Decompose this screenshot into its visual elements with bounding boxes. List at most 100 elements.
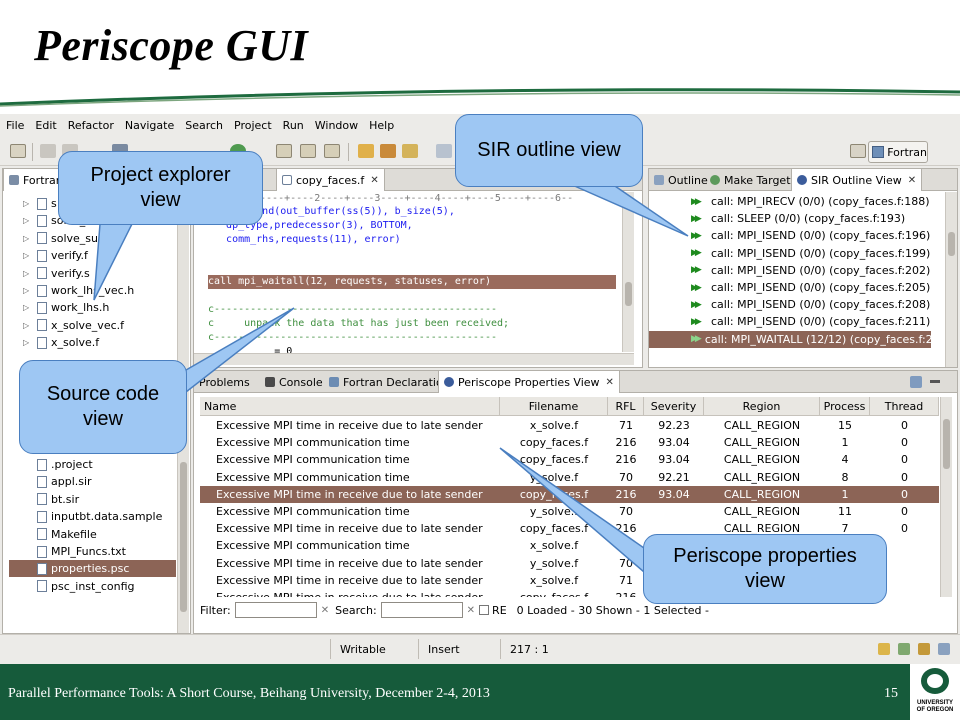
table-row[interactable]: Excessive MPI communication time y_solve.… [200, 503, 939, 520]
tree-item[interactable]: ▷ s [23, 195, 57, 212]
menu-window[interactable]: Window [315, 119, 358, 132]
column-header[interactable]: Thread [870, 397, 939, 416]
filter-input[interactable] [234, 602, 317, 618]
tab-problems[interactable]: Problems [194, 371, 255, 393]
menu-search[interactable]: Search [185, 119, 223, 132]
outline-row[interactable]: ▶▶ call: SLEEP (0/0) (copy_faces.f:193) [649, 210, 931, 227]
table-row[interactable]: Excessive MPI communication time y_solve.… [200, 469, 939, 486]
search-icon[interactable] [380, 144, 396, 158]
tools-icon[interactable] [402, 144, 418, 158]
tree-item[interactable]: ▷ verify.s [23, 265, 90, 282]
properties-scrollbar[interactable] [940, 397, 952, 597]
column-header[interactable]: Region [704, 397, 820, 416]
new-class-icon[interactable] [276, 144, 292, 158]
menu-run[interactable]: Run [283, 119, 304, 132]
expand-chevron-icon[interactable]: ▷ [23, 199, 33, 208]
tab-periscope-properties[interactable]: Periscope Properties View ✕ [438, 371, 620, 393]
tree-item[interactable]: ▷ x_solve.f [23, 334, 99, 351]
table-row[interactable]: Excessive MPI time in receive due to lat… [200, 485, 939, 503]
tree-item[interactable]: ▷ solve_sub [23, 230, 105, 247]
code-line[interactable]: c unpack the data that has just been rec… [208, 317, 616, 331]
tree-item[interactable]: bt.sir [23, 491, 79, 508]
close-icon[interactable]: ✕ [370, 175, 378, 186]
outline-row[interactable]: ▶▶ call: MPI_IRECV (0/0) (copy_faces.f:18… [649, 193, 931, 210]
tree-item[interactable]: properties.psc [9, 560, 176, 578]
close-icon[interactable]: ✕ [908, 175, 916, 186]
regex-checkbox[interactable] [479, 605, 490, 615]
expand-chevron-icon[interactable]: ▷ [23, 269, 33, 278]
column-header[interactable]: Process [820, 397, 870, 416]
minimize-icon[interactable] [930, 380, 940, 383]
code-area[interactable]: l mpi_isend(out_buffer(ss(5)), b_size(5)… [208, 205, 628, 357]
code-line[interactable]: dp_type,predecessor(3), BOTTOM, [208, 219, 616, 233]
code-line[interactable]: c---------------------------------------… [208, 331, 616, 345]
close-icon[interactable]: ✕ [606, 377, 614, 388]
outline-row[interactable]: ▶▶ call: MPI_ISEND (0/0) (copy_faces.f:20… [649, 279, 931, 296]
table-row[interactable]: Excessive MPI communication time copy_fac… [200, 451, 939, 468]
outline-row[interactable]: ▶▶ call: MPI_WAITALL (12/12) (copy_faces.… [649, 330, 951, 348]
code-line[interactable]: comm_rhs,requests(11), error) [208, 233, 616, 247]
tree-item[interactable]: MPI_Funcs.txt [23, 543, 126, 560]
column-header[interactable]: RFL [608, 397, 644, 416]
tab-outline[interactable]: Outline [649, 169, 713, 191]
tree-item[interactable]: Makefile [23, 526, 97, 543]
scroll-thumb[interactable] [180, 462, 187, 612]
status-icon-3[interactable] [918, 643, 930, 655]
status-icon-4[interactable] [938, 643, 950, 655]
expand-chevron-icon[interactable]: ▷ [23, 234, 33, 243]
scroll-thumb[interactable] [625, 282, 632, 306]
menu-project[interactable]: Project [234, 119, 272, 132]
menu-navigate[interactable]: Navigate [125, 119, 174, 132]
expand-chevron-icon[interactable]: ▷ [23, 251, 33, 260]
outline-row[interactable]: ▶▶ call: MPI_ISEND (0/0) (copy_faces.f:19… [649, 245, 931, 262]
status-icon-1[interactable] [878, 643, 890, 655]
tab-console[interactable]: Console [260, 371, 328, 393]
menu-help[interactable]: Help [369, 119, 394, 132]
tree-item[interactable]: ▷ verify.f [23, 247, 88, 264]
open-icon[interactable] [358, 144, 374, 158]
column-header[interactable]: Severity [644, 397, 704, 416]
code-line[interactable] [208, 261, 616, 275]
code-line[interactable] [208, 247, 616, 261]
scroll-thumb[interactable] [948, 232, 955, 256]
tree-item[interactable]: ▷ x_solve_vec.f [23, 317, 124, 334]
tab-make-targets[interactable]: Make Targets [705, 169, 801, 191]
tree-item[interactable]: ▷ work_lhs.h [23, 299, 109, 316]
open-perspective-icon[interactable] [850, 144, 866, 158]
clear-search-icon[interactable]: ✕ [467, 605, 475, 616]
expand-chevron-icon[interactable]: ▷ [23, 321, 33, 330]
highlighted-code-line[interactable]: call mpi_waitall(12, requests, statuses,… [208, 275, 616, 289]
scroll-thumb[interactable] [943, 419, 950, 469]
tab-copy-faces[interactable]: copy_faces.f ✕ [276, 169, 385, 191]
outline-row[interactable]: ▶▶ call: MPI_ISEND (0/0) (copy_faces.f:20… [649, 296, 931, 313]
tree-item[interactable]: .project [23, 456, 93, 473]
new-icon[interactable] [10, 144, 26, 158]
tab-sir-outline[interactable]: SIR Outline View ✕ [791, 169, 923, 191]
expand-chevron-icon[interactable]: ▷ [23, 216, 33, 225]
outline-scrollbar[interactable] [945, 192, 957, 367]
table-row[interactable]: Excessive MPI communication time copy_fac… [200, 434, 939, 451]
code-line[interactable]: l mpi_isend(out_buffer(ss(5)), b_size(5)… [208, 205, 616, 219]
tree-item[interactable]: inputbt.data.sample [23, 508, 162, 525]
search-input[interactable] [380, 602, 463, 618]
menu-edit[interactable]: Edit [35, 119, 56, 132]
tree-item[interactable]: appl.sir [23, 473, 92, 490]
menu-file[interactable]: File [6, 119, 24, 132]
editor-scrollbar[interactable] [622, 192, 634, 352]
code-line[interactable]: c---------------------------------------… [208, 303, 616, 317]
save-icon[interactable] [40, 144, 56, 158]
outline-row[interactable]: ▶▶ call: MPI_ISEND (0/0) (copy_faces.f:21… [649, 313, 931, 330]
view-menu-icon[interactable] [910, 376, 922, 388]
expand-chevron-icon[interactable]: ▷ [23, 286, 33, 295]
menu-refactor[interactable]: Refactor [68, 119, 114, 132]
expand-chevron-icon[interactable]: ▷ [23, 338, 33, 347]
column-header[interactable]: Name [200, 397, 500, 416]
misc-icon[interactable] [436, 144, 452, 158]
perspective-fortran-button[interactable]: Fortran [868, 141, 928, 163]
new-file-icon[interactable] [324, 144, 340, 158]
column-header[interactable]: Filename [500, 397, 608, 416]
tree-item[interactable]: ▷ work_lhs_vec.h [23, 282, 134, 299]
outline-row[interactable]: ▶▶ call: MPI_ISEND (0/0) (copy_faces.f:20… [649, 262, 931, 279]
outline-row[interactable]: ▶▶ call: MPI_ISEND (0/0) (copy_faces.f:19… [649, 227, 931, 244]
code-line[interactable] [208, 289, 616, 303]
